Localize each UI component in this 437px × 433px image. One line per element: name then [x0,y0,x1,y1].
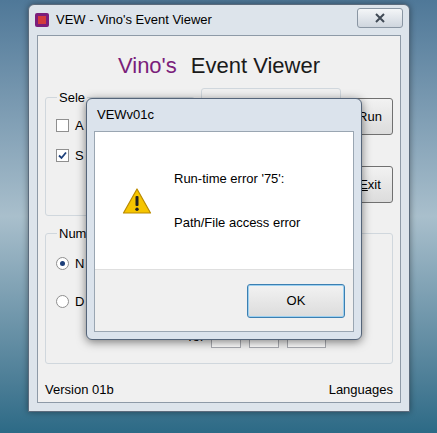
brand-text: Vino's [118,53,177,78]
radio-button[interactable] [56,257,69,270]
check-icon [57,150,68,161]
error-dialog: VEWv01c Run-time error '75': Path/File acc… [86,98,362,340]
message-lines: Run-time error '75': Path/File access err… [174,169,300,232]
dialog-title-bar: VEWv01c [87,99,361,131]
status-bar: Version 01b Languages [45,380,393,403]
radio-dot [60,261,65,266]
radio-label: N [75,254,84,274]
close-icon [374,12,386,24]
message-area: Run-time error '75': Path/File access err… [95,132,353,269]
app-icon [34,12,50,28]
number-group-label: Num [57,224,88,244]
select-group-label: Sele [57,88,87,108]
dialog-body: Run-time error '75': Path/File access err… [94,131,354,332]
warning-icon [122,187,152,215]
checkbox[interactable] [56,119,69,132]
message-text: Run-time error '75': [174,169,300,189]
radio-button[interactable] [56,295,69,308]
desktop: VEW - Vino's Event Viewer Vino's Event Vie… [0,0,437,433]
window-title: VEW - Vino's Event Viewer [56,10,212,30]
dialog-button-bar: OK [95,269,353,331]
radio-label: D [75,292,84,312]
dialog-title: VEWv01c [97,105,154,125]
close-button[interactable] [357,8,403,28]
ok-button[interactable]: OK [247,284,345,318]
title-bar: VEW - Vino's Event Viewer [29,5,409,35]
checkbox-label: A [75,116,84,136]
checkbox-label: S [75,146,84,166]
languages-link[interactable]: Languages [329,380,393,400]
checkbox[interactable] [56,149,69,162]
version-text: Version 01b [45,380,114,400]
heading-text: Event Viewer [191,53,320,78]
message-text: Path/File access error [174,213,300,233]
app-heading: Vino's Event Viewer [45,36,393,82]
